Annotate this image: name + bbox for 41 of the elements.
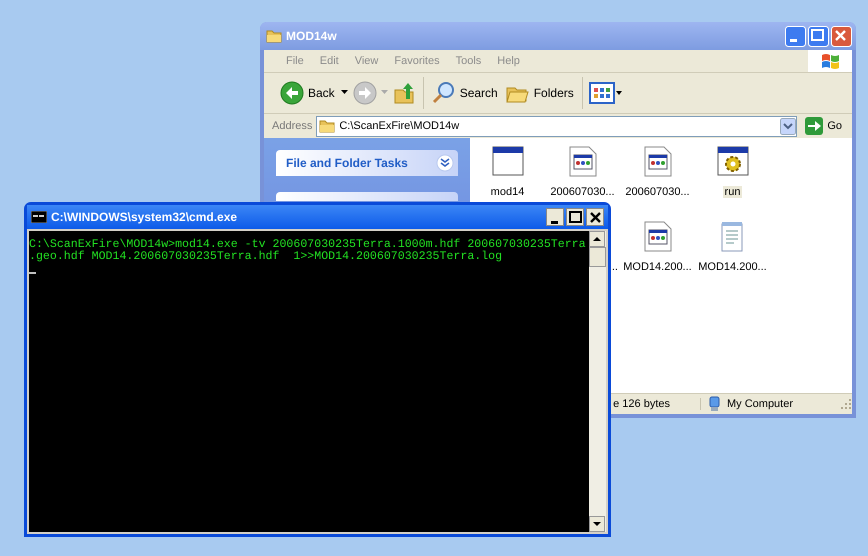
console-line: C:\ScanExFire\MOD14w>mod14.exe -tv 200607030235Terra.1000m.hdf 200607030235Terra <box>29 239 587 251</box>
flag-icon <box>820 52 840 70</box>
file-name[interactable]: run <box>722 186 742 198</box>
address-label: Address <box>272 120 312 132</box>
status-text: My Computer <box>727 398 794 410</box>
console-icon <box>31 211 47 223</box>
document-icon[interactable] <box>642 146 674 177</box>
close-button[interactable] <box>586 208 604 226</box>
maximize-button[interactable] <box>566 208 584 226</box>
scroll-thumb[interactable] <box>589 247 606 267</box>
status-text: e 126 bytes <box>613 398 670 410</box>
document-icon[interactable] <box>642 221 674 252</box>
file-name[interactable]: 200607030... <box>548 186 617 198</box>
window-title: C:\WINDOWS\system32\cmd.exe <box>51 210 238 224</box>
magnifier-icon <box>432 81 456 105</box>
scrollbar[interactable] <box>589 231 606 532</box>
dropdown-caret-icon[interactable] <box>340 90 349 96</box>
dropdown-caret-icon[interactable] <box>780 118 796 134</box>
task-panel-header[interactable]: File and Folder Tasks <box>276 150 458 176</box>
folder-icon <box>266 28 282 44</box>
views-icon[interactable] <box>588 81 623 105</box>
file-name[interactable]: .. <box>610 261 620 273</box>
address-field[interactable]: C:\ScanExFire\MOD14w <box>316 116 798 136</box>
file-name[interactable]: MOD14.200... <box>696 261 769 273</box>
go-button[interactable]: Go <box>801 117 852 135</box>
window-title: MOD14w <box>286 29 338 43</box>
file-name[interactable]: 200607030... <box>623 186 692 198</box>
gear-program-icon[interactable] <box>716 146 748 177</box>
back-button[interactable]: Back <box>278 79 337 107</box>
folder-icon <box>319 118 336 134</box>
collapse-chevron-icon <box>436 154 454 172</box>
search-button[interactable]: Search <box>430 79 500 107</box>
program-icon[interactable] <box>492 146 524 177</box>
minimize-button[interactable] <box>546 208 564 226</box>
document-icon[interactable] <box>566 146 598 177</box>
file-name[interactable]: mod14 <box>488 186 526 198</box>
resize-grip-icon[interactable] <box>840 398 852 410</box>
console-line: .geo.hdf MOD14.200607030235Terra.hdf 1>>MOD14.200607030235Terra.log <box>29 251 504 263</box>
text-cursor <box>29 272 36 274</box>
folders-button[interactable]: Folders <box>504 80 576 106</box>
file-name[interactable]: MOD14.200... <box>621 261 694 273</box>
